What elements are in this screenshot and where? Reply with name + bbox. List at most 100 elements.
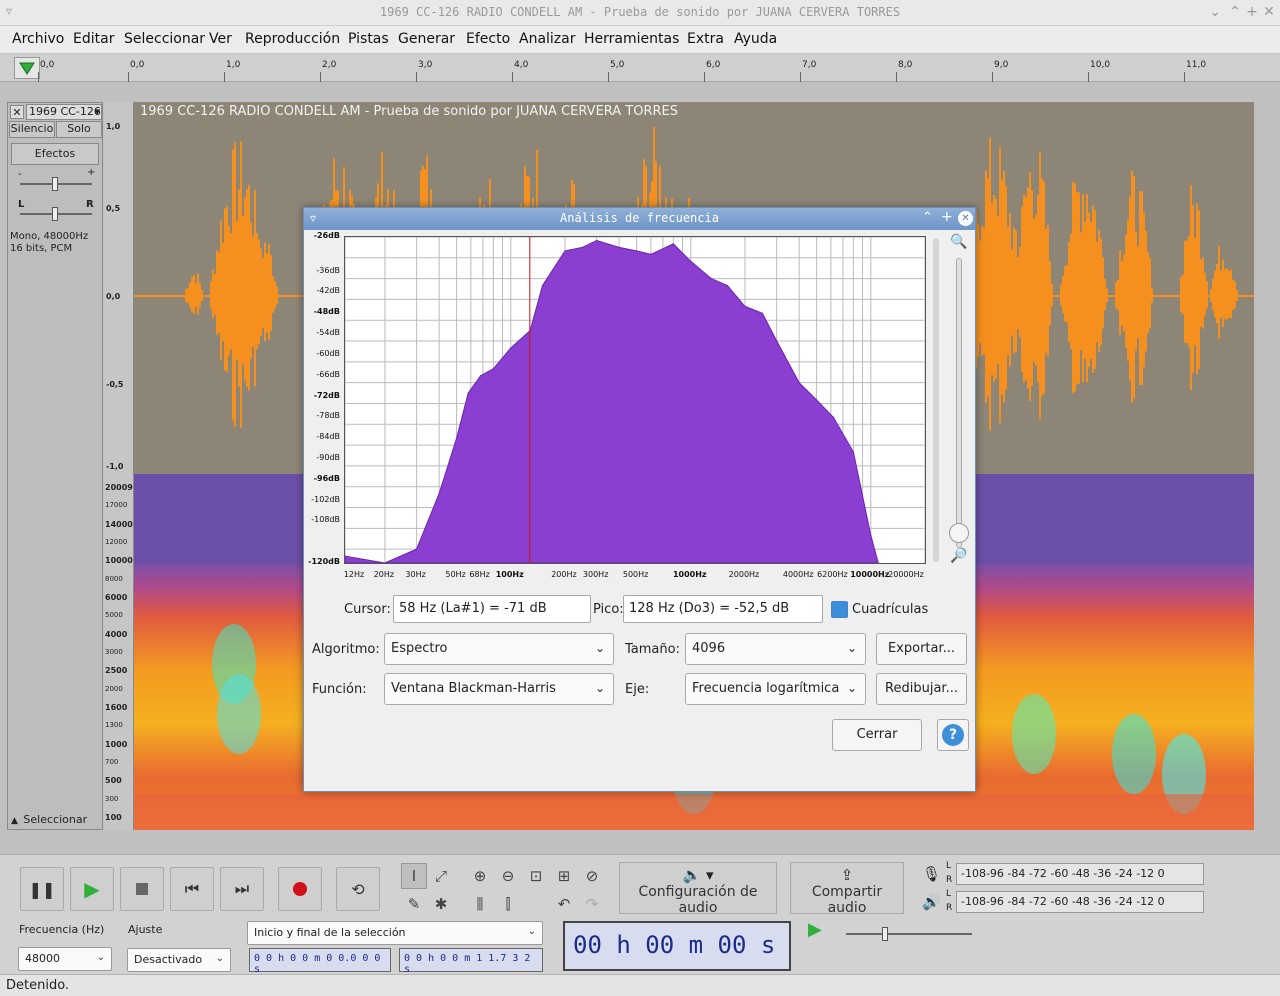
y-tick-label: -90dB [316,452,340,462]
stop-button[interactable] [120,867,164,911]
menu-editar[interactable]: Editar [73,31,114,47]
skip-end-button[interactable]: ⏭ [220,867,264,911]
menu-analizar[interactable]: Analizar [519,31,576,47]
size-select[interactable]: 4096 ⌄ [685,633,866,665]
dialog-close-icon[interactable]: ✕ [958,211,973,226]
axis-select[interactable]: Frecuencia logarítmica ⌄ [685,673,866,705]
zoom-in-button[interactable]: ⊕ [467,863,493,889]
draw-tool[interactable]: ✎ [401,891,427,917]
help-button[interactable]: ? [937,719,969,751]
pan-slider-thumb[interactable] [52,207,58,221]
timeline-ruler[interactable]: 0,0 0,0 1,0 2,0 3,0 4,0 5,0 6,0 7,0 8,0 9,0 10,0 11,… [0,54,1280,82]
dialog-minimize-icon[interactable]: ⌃ [922,210,933,225]
share-icon: ⇪ [840,866,854,884]
help-icon: ? [942,724,964,746]
zoom-slider[interactable] [956,258,962,548]
silence-button[interactable]: ⫿ [495,891,521,917]
spectrum-plot[interactable] [344,236,926,564]
play-button[interactable]: ▶ [70,867,114,911]
fit-project-button[interactable]: ⊞ [551,863,577,889]
close-dialog-button[interactable]: Cerrar [832,719,922,751]
playback-meter-icon[interactable]: 🔊 [922,893,941,911]
envelope-tool[interactable]: ⤢ [428,863,454,889]
play-at-speed-button[interactable]: ▶ [808,919,836,945]
audio-setup-button[interactable]: 🔈 ▾ Configuración de audio [619,862,777,916]
menu-ver[interactable]: Ver [209,31,232,47]
zoom-in-icon[interactable]: 🔍 [950,234,967,250]
peak-field[interactable]: 128 Hz (Do3) = -52,5 dB [623,595,823,623]
snap-select[interactable]: Desactivado ⌄ [127,948,231,972]
export-button[interactable]: Exportar... [876,633,967,665]
selection-tool[interactable]: I [401,863,427,889]
menu-herramientas[interactable]: Herramientas [584,31,679,47]
record-button[interactable] [278,867,322,911]
spectrum-point [455,437,458,439]
close-track-icon[interactable]: ✕ [10,105,24,119]
dialog-titlebar[interactable]: ▿ Análisis de frecuencia ⌃ + ✕ [304,208,975,230]
menu-generar[interactable]: Generar [398,31,455,47]
mute-button[interactable]: Silencio [9,121,55,138]
spectrum-point [467,392,469,394]
restore-icon[interactable]: + [1243,3,1261,21]
spectrum-point [416,548,418,550]
spectrum-point [480,375,482,377]
menu-efecto[interactable]: Efecto [466,31,510,47]
trim-button[interactable]: ⫼ [467,891,493,917]
track-name-menu[interactable]: 1969 CC-126 ▾ [26,104,102,120]
redo-button[interactable]: ↷ [579,891,605,917]
multi-tool-icon: ✱ [434,895,448,913]
selection-mode-select[interactable]: Inicio y final de la selección ⌄ [247,921,543,945]
undo-button[interactable]: ↶ [551,891,577,917]
spectrum-point [744,305,746,307]
speed-slider-thumb[interactable] [882,927,888,941]
pencil-icon: ✎ [407,895,421,913]
ruler-label: 0,0 [130,60,145,70]
x-axis-labels: 12Hz 20Hz 30Hz 50Hz 68Hz 100Hz 200Hz 300Hz 500Hz… [344,570,926,582]
playback-meter[interactable]: -108-96 -84 -72 -60 -48 -36 -24 -12 0 [956,891,1204,913]
menu-reproduccion[interactable]: Reproducción [245,31,340,47]
plot-scrollbar[interactable] [933,238,939,562]
function-select[interactable]: Ventana Blackman-Harris ⌄ [384,673,614,705]
menu-archivo[interactable]: Archivo [12,31,64,47]
zoom-slider-thumb[interactable] [949,523,969,543]
trim-icon: ⫼ [476,895,484,913]
effects-button[interactable]: Efectos [11,143,99,165]
rate-select[interactable]: 48000 ⌄ [18,947,112,971]
spec-scale-label: 1000 [105,739,128,749]
zoom-out-button[interactable]: ⊖ [495,863,521,889]
cursor-field[interactable]: 58 Hz (La#1) = -71 dB [393,595,591,623]
redraw-button[interactable]: Redibujar... [876,673,967,705]
skip-start-button[interactable]: ⏮ [170,867,214,911]
menu-extra[interactable]: Extra [687,31,724,47]
solo-button[interactable]: Solo [56,121,102,138]
record-meter[interactable]: -108-96 -84 -72 -60 -48 -36 -24 -12 0 [956,863,1204,885]
zoom-toggle-button[interactable]: ⊘ [579,863,605,889]
gain-slider-thumb[interactable] [52,177,58,191]
wave-scale-label: 1,0 [106,122,121,131]
spec-scale-label: 10000 [105,556,133,566]
maximize-icon[interactable]: ⌃ [1226,3,1244,21]
multi-tool[interactable]: ✱ [428,891,454,917]
loop-button[interactable]: ⟲ [336,867,380,911]
pause-button[interactable]: ❚❚ [20,867,64,911]
menu-pistas[interactable]: Pistas [348,31,389,47]
record-meter-icon[interactable]: 🎙 [922,865,941,883]
algorithm-select[interactable]: Espectro ⌄ [384,633,614,665]
dialog-maximize-icon[interactable]: + [941,209,953,225]
fit-selection-button[interactable]: ⊡ [523,863,549,889]
minimize-icon[interactable]: ⌄ [1206,3,1224,21]
y-tick-label: -36dB [316,265,340,275]
selection-end-field[interactable]: 0 0 h 0 0 m 1 1.7 3 2 s [399,948,543,975]
share-audio-button[interactable]: ⇪ Compartir audio [790,862,904,916]
menu-ayuda[interactable]: Ayuda [734,31,777,47]
time-display[interactable]: 00 h 00 m 00 s [563,921,791,971]
select-track-button[interactable]: ▲ Seleccionar [9,813,101,829]
menu-seleccionar[interactable]: Seleccionar [124,31,205,47]
close-window-icon[interactable]: ✕ [1260,3,1278,21]
play-head-icon[interactable] [14,57,40,79]
zoom-out-icon[interactable]: 🔎 [950,548,967,564]
grid-checkbox[interactable] [831,601,848,618]
speed-slider[interactable] [846,933,972,935]
selection-start-field[interactable]: 0 0 h 0 0 m 0 0.0 0 0 s [249,948,391,975]
y-axis-labels: -26dB -36dB -42dB -48dB -54dB -60dB -66dB -72dB… [304,231,340,566]
